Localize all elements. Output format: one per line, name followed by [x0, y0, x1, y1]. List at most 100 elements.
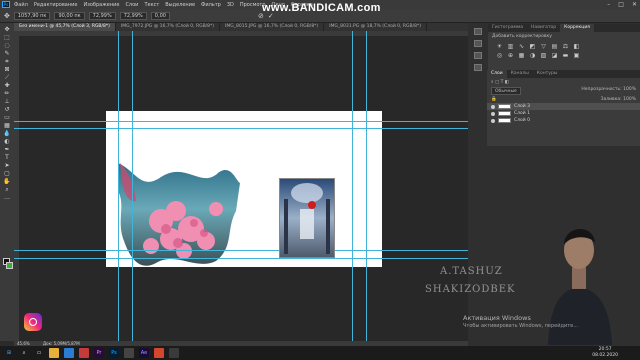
stamp-icon[interactable]: ⊥	[3, 99, 11, 105]
tab-layers[interactable]: Слои	[487, 70, 507, 78]
healing-icon[interactable]: ✚	[3, 83, 11, 89]
levels-icon[interactable]: ▥	[507, 44, 514, 50]
history-panel-icon[interactable]	[474, 28, 482, 35]
visibility-eye-icon[interactable]	[491, 118, 495, 123]
menu-select[interactable]: Выделение	[165, 2, 195, 8]
doc-tab-active[interactable]: Без имени-1 @ 45,7% (Слой 3, RGB/8*)	[14, 23, 116, 31]
doc-tab[interactable]: IMG_7972.JPG @ 16,7% (Слой 0, RGB/8*)	[116, 23, 221, 31]
menu-file[interactable]: Файл	[14, 2, 28, 8]
guide-line-horizontal[interactable]	[14, 121, 468, 122]
tab-paths[interactable]: Контуры	[533, 70, 562, 78]
x-field[interactable]: 1057,90 пк	[13, 11, 51, 20]
edge-icon[interactable]	[64, 348, 74, 358]
lasso-icon[interactable]: ◌	[3, 43, 11, 49]
app-icon[interactable]	[169, 348, 179, 358]
eyedropper-icon[interactable]: ⟋	[3, 75, 11, 81]
layer-row[interactable]: Слой 0	[487, 117, 640, 124]
app-icon[interactable]	[124, 348, 134, 358]
doc-tab[interactable]: IMG_8015.JPG @ 16,7% (Слой 0, RGB/8*)	[220, 23, 325, 31]
brush-panel-icon[interactable]	[474, 52, 482, 59]
lock-icons[interactable]: 🔒	[491, 97, 497, 102]
exposure-icon[interactable]: ◩	[529, 44, 536, 50]
background-color-swatch[interactable]	[6, 262, 13, 269]
shape-icon[interactable]: ▢	[3, 171, 11, 177]
character-panel-icon[interactable]	[474, 64, 482, 71]
search-icon[interactable]: ⌕	[19, 348, 29, 358]
type-icon[interactable]: T	[3, 155, 11, 161]
visibility-eye-icon[interactable]	[491, 111, 495, 116]
selective-color-icon[interactable]: ▣	[573, 53, 580, 59]
guide-line-horizontal[interactable]	[14, 258, 468, 259]
properties-panel-icon[interactable]	[474, 40, 482, 47]
guide-line-vertical[interactable]	[132, 31, 133, 341]
blend-mode-select[interactable]: Обычные	[491, 87, 521, 95]
layer-filter-icon[interactable]: ⌕ ▢ T ◧	[491, 79, 509, 85]
windows-start-icon[interactable]: ⊞	[4, 348, 14, 358]
horizontal-ruler[interactable]	[14, 31, 468, 36]
photo-filter-icon[interactable]: ◎	[496, 53, 503, 59]
hue-icon[interactable]: ▤	[551, 44, 558, 50]
menu-edit[interactable]: Редактирование	[34, 2, 78, 8]
move-tool-icon[interactable]: ✥	[4, 12, 10, 20]
tab-adjustments[interactable]: Коррекция	[560, 24, 594, 32]
posterize-icon[interactable]: ▨	[540, 53, 547, 59]
document-canvas[interactable]	[106, 111, 382, 267]
path-select-icon[interactable]: ➤	[3, 163, 11, 169]
minimize-icon[interactable]: –	[607, 1, 610, 8]
app-icon[interactable]	[154, 348, 164, 358]
angle-field[interactable]: 0,00	[150, 11, 170, 20]
doc-tab[interactable]: IMG_8031.PG @ 18,7% (Слой 0, RGB/8*)	[324, 23, 427, 31]
layer-row[interactable]: Слой 3	[487, 103, 640, 110]
tab-histogram[interactable]: Гистограмма	[488, 24, 527, 32]
brightness-icon[interactable]: ☀	[496, 44, 503, 50]
quick-select-icon[interactable]: ✎	[3, 51, 11, 57]
photoshop-taskbar-icon[interactable]: Ps	[109, 348, 119, 358]
close-icon[interactable]: ✕	[632, 1, 637, 8]
guide-line-horizontal[interactable]	[14, 250, 468, 251]
more-tools-icon[interactable]: …	[3, 195, 11, 201]
tab-navigator[interactable]: Навигатор	[527, 24, 560, 32]
guide-line-horizontal[interactable]	[14, 128, 468, 129]
color-balance-icon[interactable]: ⚖	[562, 44, 569, 50]
crop-icon[interactable]: ⌗	[3, 59, 11, 65]
menu-text[interactable]: Текст	[144, 2, 159, 8]
guide-line-vertical[interactable]	[118, 31, 119, 341]
channel-mixer-icon[interactable]: ⊕	[507, 53, 514, 59]
task-view-icon[interactable]: ▭	[34, 348, 44, 358]
menu-3d[interactable]: 3D	[227, 2, 234, 8]
vertical-ruler[interactable]	[14, 36, 19, 341]
brush-icon[interactable]: ✏	[3, 91, 11, 97]
dodge-icon[interactable]: ◐	[3, 139, 11, 145]
opacity-value[interactable]: 100%	[623, 87, 636, 92]
frame-icon[interactable]: ⊠	[3, 67, 11, 73]
tab-channels[interactable]: Каналы	[507, 70, 533, 78]
explorer-icon[interactable]	[49, 348, 59, 358]
gradient-icon[interactable]: ▦	[3, 123, 11, 129]
layer-name[interactable]: Слой 3	[514, 104, 530, 109]
layer-name[interactable]: Слой 1	[514, 111, 530, 116]
threshold-icon[interactable]: ◪	[551, 53, 558, 59]
vibrance-icon[interactable]: ▽	[540, 44, 547, 50]
fill-value[interactable]: 100%	[623, 97, 636, 102]
history-brush-icon[interactable]: ↺	[3, 107, 11, 113]
guide-line-vertical[interactable]	[366, 31, 367, 341]
lookup-icon[interactable]: ▦	[518, 53, 525, 59]
pen-icon[interactable]: ✒	[3, 147, 11, 153]
menu-image[interactable]: Изображение	[83, 2, 119, 8]
warped-flower-image[interactable]	[106, 111, 382, 267]
zoom-icon[interactable]: ⌕	[3, 187, 11, 193]
aftereffects-icon[interactable]: Ae	[139, 348, 149, 358]
selected-photo-layer[interactable]	[279, 178, 335, 258]
bw-icon[interactable]: ◧	[573, 44, 580, 50]
hand-icon[interactable]: ✋	[3, 179, 11, 185]
move-icon[interactable]: ✥	[3, 27, 11, 33]
marquee-icon[interactable]: ⬚	[3, 35, 11, 41]
width-field[interactable]: 72,99%	[88, 11, 116, 20]
eraser-icon[interactable]: ▭	[3, 115, 11, 121]
maximize-icon[interactable]: □	[618, 1, 624, 8]
height-field[interactable]: 72,99%	[119, 11, 147, 20]
premiere-icon[interactable]: Pr	[94, 348, 104, 358]
app-icon[interactable]	[79, 348, 89, 358]
taskbar-clock[interactable]: 20:57 08.02.2020	[592, 347, 618, 359]
blur-icon[interactable]: 💧	[3, 131, 11, 137]
